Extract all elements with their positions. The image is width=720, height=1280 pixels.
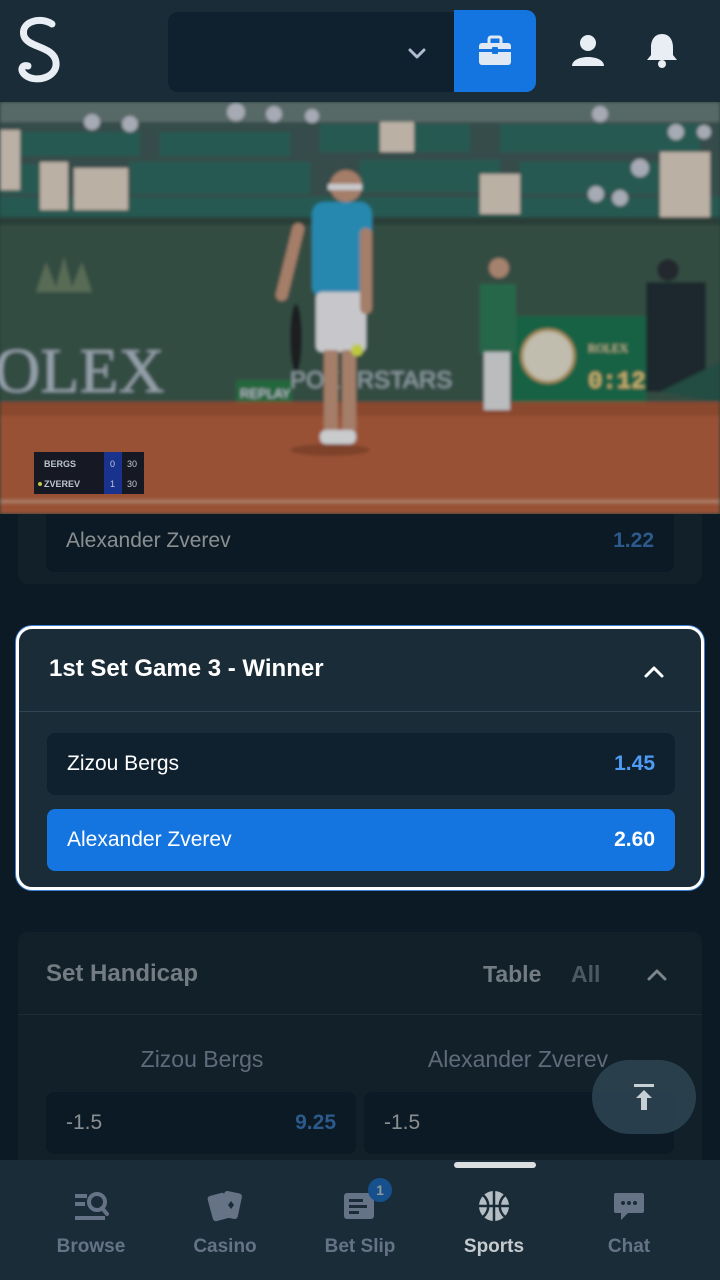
markets-list[interactable]: Alexander Zverev 1.22 Set Handicap Table… [0, 514, 720, 1160]
user-icon [572, 35, 604, 66]
odds-option-name: Zizou Bergs [67, 752, 180, 775]
column-header-bergs: Zizou Bergs [140, 1046, 264, 1072]
wallet-icon [479, 35, 511, 65]
card-divider [19, 711, 701, 712]
chevron-up-icon[interactable] [644, 962, 670, 988]
odds-option-name: Alexander Zverev [66, 529, 231, 552]
browse-search-icon [75, 1192, 109, 1220]
card-divider [18, 1014, 702, 1015]
video-dim-overlay [0, 102, 720, 514]
odds-button-zverev-selected[interactable]: Alexander Zverev 2.60 [47, 809, 675, 871]
top-header [0, 0, 720, 102]
notifications-button[interactable] [642, 30, 682, 70]
live-stream-video[interactable]: OLEX POKERSTARS REPLAY ROLEX 0:12 BERGS … [0, 102, 720, 514]
nav-label: Casino [193, 1236, 257, 1257]
basketball-icon [479, 1191, 509, 1221]
odds-button-bergs[interactable]: Zizou Bergs 1.45 [47, 733, 675, 795]
odds-option-value: 2.60 [614, 828, 655, 851]
market-title: 1st Set Game 3 - Winner [49, 655, 324, 682]
odds-button-zverev-prev[interactable]: Alexander Zverev 1.22 [46, 514, 674, 572]
nav-item-chat[interactable]: Chat [569, 1186, 689, 1258]
handicap-odds-value: 9.25 [295, 1111, 336, 1134]
set-handicap-market-card: Set Handicap Table All Zizou Bergs Alexa… [18, 932, 702, 1160]
nav-label: Sports [463, 1236, 525, 1257]
bell-icon [647, 34, 677, 68]
nav-item-browse[interactable]: Browse [31, 1186, 151, 1258]
focused-market-card: 1st Set Game 3 - Winner Zizou Bergs 1.45… [16, 626, 704, 890]
cards-icon [207, 1190, 242, 1222]
profile-button[interactable] [568, 30, 608, 70]
market-title: Set Handicap [46, 960, 199, 987]
bottom-navigation: Browse Casino 1 Bet Slip Sports Chat [0, 1160, 720, 1280]
odds-option-name: Alexander Zverev [67, 828, 232, 851]
handicap-line: -1.5 [384, 1111, 421, 1134]
tab-table[interactable]: Table [483, 961, 541, 988]
active-tab-indicator [454, 1162, 536, 1168]
chevron-up-icon[interactable] [641, 659, 667, 685]
handicap-odds-button-bergs[interactable]: -1.5 9.25 [46, 1092, 356, 1154]
nav-item-casino[interactable]: Casino [165, 1186, 285, 1258]
wallet-currency-select[interactable] [168, 12, 454, 92]
previous-market-card: Alexander Zverev 1.22 [18, 514, 702, 584]
nav-label: Chat [607, 1236, 651, 1257]
handicap-line: -1.5 [66, 1111, 103, 1134]
scroll-to-top-button[interactable] [592, 1060, 696, 1134]
nav-label: Bet Slip [324, 1236, 396, 1257]
nav-label: Browse [56, 1236, 126, 1257]
nav-item-sports[interactable]: Sports [434, 1186, 554, 1258]
odds-option-value: 1.45 [614, 752, 655, 775]
tab-all[interactable]: All [571, 961, 600, 988]
nav-item-bet-slip[interactable]: 1 Bet Slip [300, 1178, 420, 1258]
arrow-up-to-top-icon [634, 1084, 654, 1110]
bet-slip-count-badge: 1 [368, 1178, 392, 1202]
chat-icon [614, 1193, 644, 1220]
wallet-button[interactable] [454, 10, 536, 92]
chevron-down-icon [408, 48, 426, 59]
odds-option-value: 1.22 [613, 529, 654, 552]
stake-s-logo-icon[interactable] [14, 14, 66, 88]
